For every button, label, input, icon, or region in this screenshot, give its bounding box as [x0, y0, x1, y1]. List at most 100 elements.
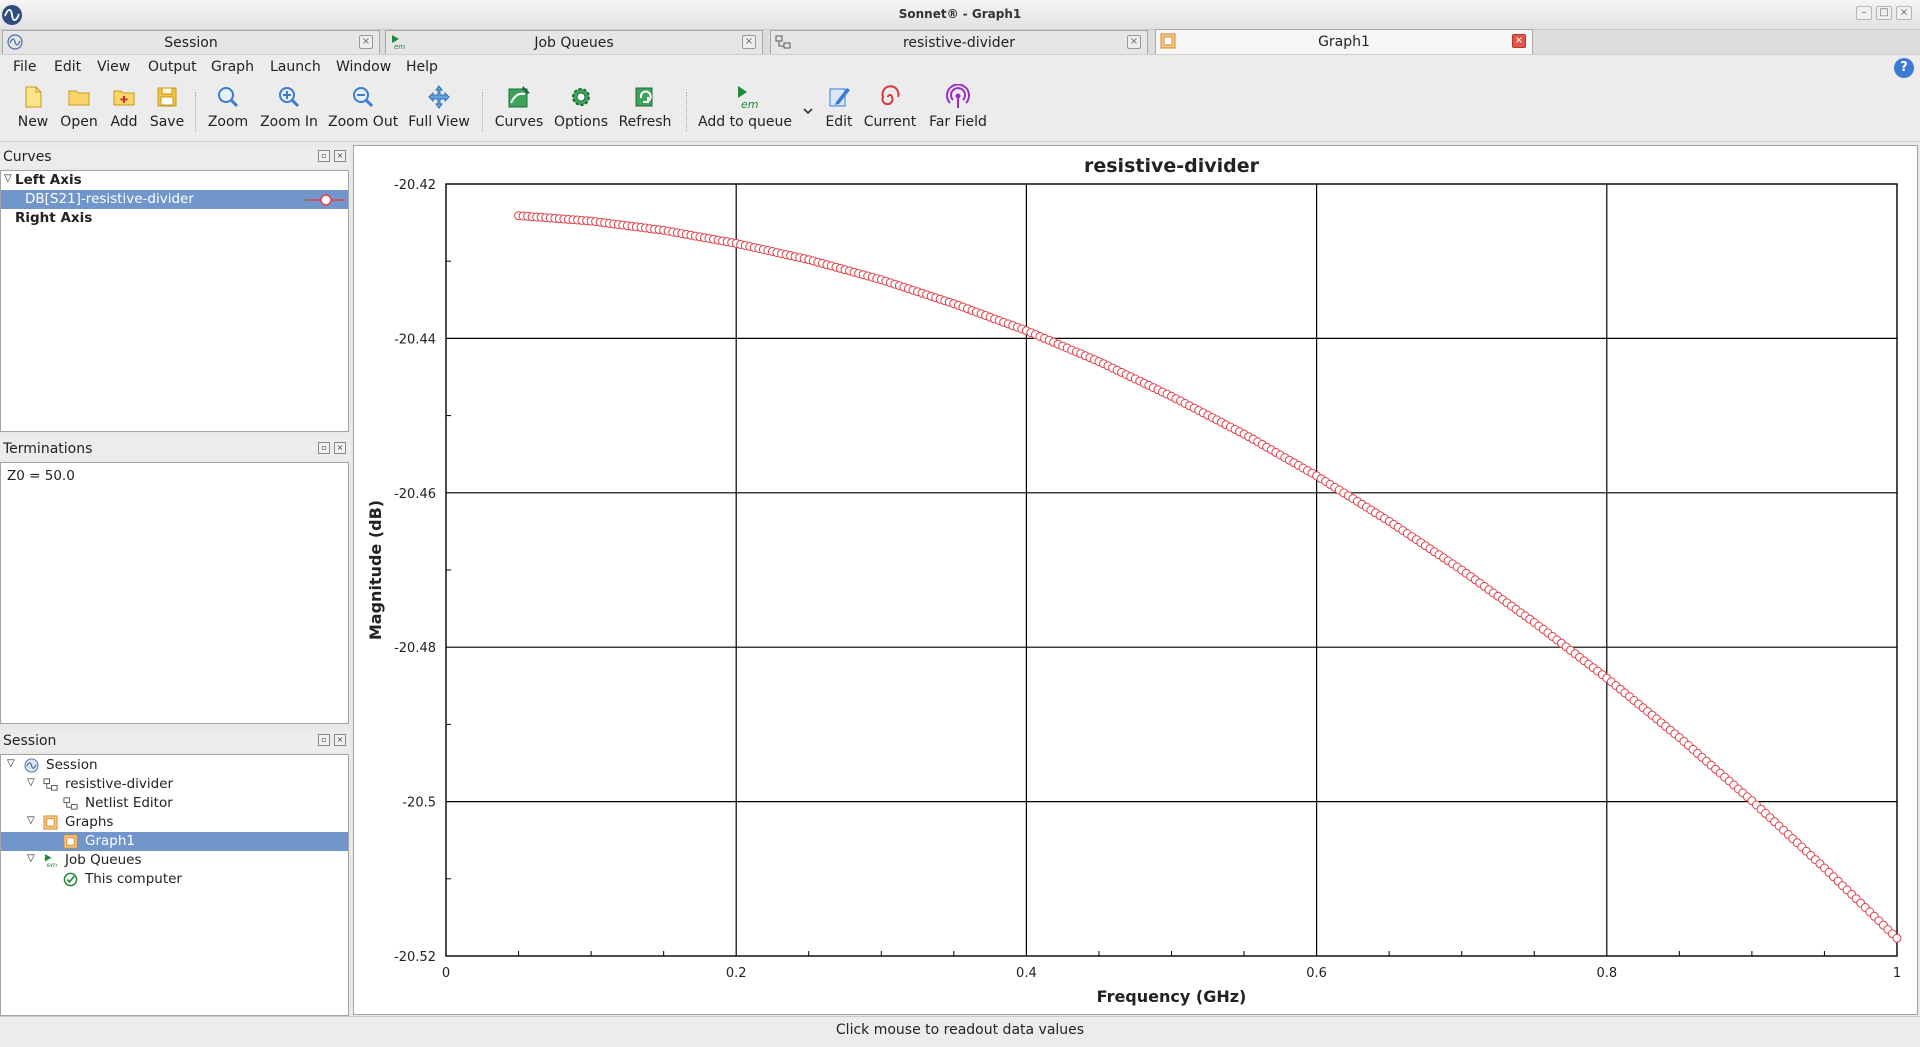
chart-title: resistive-divider — [1084, 155, 1260, 177]
refresh-icon — [635, 87, 653, 107]
tab-resistive-divider[interactable]: resistive-divider × — [770, 30, 1148, 54]
float-panel-icon[interactable]: ▫ — [318, 442, 330, 454]
x-tick-label: 1 — [1893, 966, 1901, 981]
new-button[interactable]: New — [13, 84, 53, 138]
close-panel-icon[interactable]: × — [334, 150, 346, 162]
float-panel-icon[interactable]: ▫ — [318, 150, 330, 162]
curves-panel-header: Curves ▫ × — [0, 146, 350, 168]
curves-icon — [508, 86, 530, 108]
close-tab-icon[interactable]: × — [1127, 35, 1141, 49]
expand-triangle-icon[interactable]: ▽ — [27, 853, 35, 864]
termination-value: Z0 = 50.0 — [7, 468, 75, 484]
svg-text:em: em — [741, 98, 758, 110]
curves-button[interactable]: Curves — [494, 84, 544, 138]
toolbar-separator — [195, 92, 196, 132]
chart[interactable]: resistive-divider 0 0.2 0.4 0.6 0.8 1 -20.42 -20… — [354, 146, 1917, 1014]
far-field-button[interactable]: Far Field — [924, 84, 992, 138]
tab-label: resistive-divider — [902, 34, 1016, 51]
tab-session[interactable]: Session × — [2, 30, 380, 54]
status-bar: Click mouse to readout data values — [0, 1016, 1920, 1047]
toolbar-separator — [686, 92, 687, 132]
zoom-icon — [218, 87, 239, 108]
curves-panel: ▽ Left Axis DB[S21]-resistive-divider Ri… — [0, 170, 349, 432]
y-axis-label: Magnitude (dB) — [366, 500, 385, 640]
x-tick-label: 0 — [442, 966, 450, 981]
close-panel-icon[interactable]: × — [334, 442, 346, 454]
session-panel: ▽ Session ▽ resistive-divider Netlist Ed… — [0, 754, 349, 1016]
edit-button[interactable]: Edit — [822, 84, 856, 138]
add-to-queue-dropdown[interactable] — [798, 104, 818, 124]
y-tick-label: -20.52 — [394, 950, 436, 965]
em-run-icon: em — [738, 86, 758, 110]
close-panel-icon[interactable]: × — [334, 734, 346, 746]
current-button[interactable]: Current — [862, 84, 918, 138]
expand-triangle-icon[interactable]: ▽ — [27, 777, 35, 788]
minimize-icon[interactable]: – — [1856, 6, 1872, 20]
tree-resistive-divider[interactable]: ▽ resistive-divider — [1, 775, 348, 794]
panel-title: Curves — [3, 149, 52, 165]
title-bar: Sonnet® - Graph1 – □ × — [0, 0, 1920, 30]
x-tick-label: 0.6 — [1306, 966, 1327, 981]
expand-triangle-icon[interactable]: ▽ — [4, 173, 12, 184]
save-icon — [157, 87, 177, 107]
close-tab-icon[interactable]: × — [742, 35, 756, 49]
menu-graph[interactable]: Graph — [211, 59, 254, 75]
tab-graph1[interactable]: Graph1 × — [1155, 29, 1533, 54]
tree-curve-item[interactable]: DB[S21]-resistive-divider — [1, 190, 348, 209]
toolbar: New Open Add Save Zoom Zoom In Zoom Out … — [0, 80, 1920, 142]
help-icon[interactable]: ? — [1894, 58, 1914, 78]
status-text: Click mouse to readout data values — [835, 1022, 1085, 1038]
options-button[interactable]: Options — [554, 84, 608, 138]
menu-edit[interactable]: Edit — [54, 59, 81, 75]
tree-session[interactable]: ▽ Session — [1, 756, 348, 775]
session-panel-header: Session ▫ × — [0, 730, 350, 752]
zoom-out-button[interactable]: Zoom Out — [328, 84, 398, 138]
menu-view[interactable]: View — [97, 59, 130, 75]
graph-area[interactable]: resistive-divider 0 0.2 0.4 0.6 0.8 1 -20.42 -20… — [353, 145, 1918, 1015]
terminations-panel-header: Terminations ▫ × — [0, 438, 350, 460]
x-tick-label: 0.2 — [726, 966, 747, 981]
tree-graphs[interactable]: ▽ Graphs — [1, 813, 348, 832]
maximize-icon[interactable]: □ — [1876, 6, 1892, 20]
add-folder-icon — [113, 90, 135, 106]
menu-window[interactable]: Window — [336, 59, 391, 75]
computer-check-icon — [63, 872, 78, 887]
options-icon — [572, 88, 590, 106]
open-button[interactable]: Open — [58, 84, 100, 138]
tree-netlist-editor[interactable]: Netlist Editor — [1, 794, 348, 813]
save-button[interactable]: Save — [146, 84, 188, 138]
y-tick-label: -20.48 — [394, 641, 436, 656]
series-line — [518, 215, 1898, 939]
menu-output[interactable]: Output — [148, 59, 197, 75]
zoom-button[interactable]: Zoom — [206, 84, 250, 138]
menu-bar: File Edit View Output Graph Launch Windo… — [0, 54, 1920, 80]
window-controls: – □ × — [1856, 6, 1912, 20]
tree-job-queues[interactable]: ▽ em Job Queues — [1, 851, 348, 870]
toolbar-separator — [482, 92, 483, 132]
full-view-button[interactable]: Full View — [408, 84, 470, 138]
tab-bar: Session × em Job Queues × resistive-divi… — [0, 29, 1920, 54]
curve-marker-icon — [305, 194, 345, 206]
close-tab-icon[interactable]: × — [359, 35, 373, 49]
tab-job-queues[interactable]: em Job Queues × — [385, 30, 763, 54]
close-tab-icon[interactable]: × — [1512, 34, 1526, 48]
zoom-out-icon — [353, 87, 374, 108]
tree-left-axis[interactable]: ▽ Left Axis — [1, 171, 348, 190]
float-panel-icon[interactable]: ▫ — [318, 734, 330, 746]
tree-graph1[interactable]: Graph1 — [1, 832, 348, 851]
menu-launch[interactable]: Launch — [270, 59, 321, 75]
close-icon[interactable]: × — [1896, 6, 1912, 20]
zoom-in-button[interactable]: Zoom In — [260, 84, 318, 138]
menu-help[interactable]: Help — [406, 59, 438, 75]
tree-this-computer[interactable]: This computer — [1, 870, 348, 889]
expand-triangle-icon[interactable]: ▽ — [27, 815, 35, 826]
tree-right-axis[interactable]: Right Axis — [1, 209, 348, 228]
add-to-queue-button[interactable]: em Add to queue — [698, 84, 792, 138]
tab-label: Graph1 — [1318, 34, 1370, 50]
add-button[interactable]: Add — [106, 84, 142, 138]
svg-text:em: em — [47, 861, 57, 868]
menu-file[interactable]: File — [13, 59, 36, 75]
expand-triangle-icon[interactable]: ▽ — [7, 758, 15, 769]
refresh-button[interactable]: Refresh — [618, 84, 672, 138]
em-run-icon: em — [44, 853, 57, 868]
